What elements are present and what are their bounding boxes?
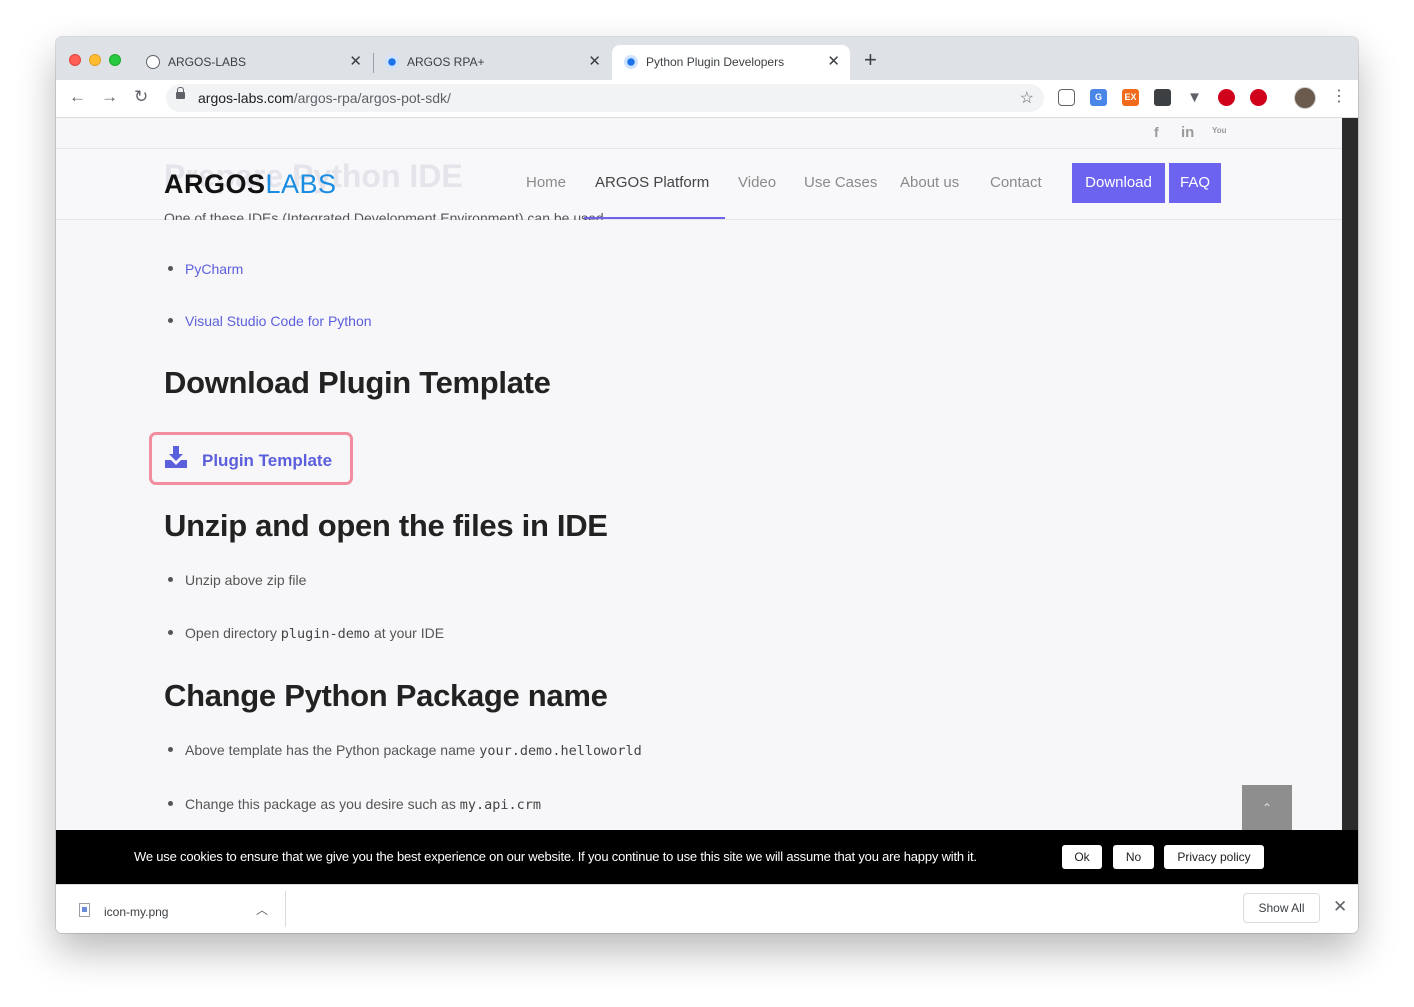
nav-use-cases[interactable]: Use Cases xyxy=(804,174,877,191)
nav-contact[interactable]: Contact xyxy=(990,174,1042,191)
linkedin-icon[interactable]: in xyxy=(1181,124,1194,141)
cookie-privacy-button[interactable]: Privacy policy xyxy=(1164,845,1264,869)
chevron-up-icon[interactable]: ︿ xyxy=(256,901,268,918)
close-window-button[interactable] xyxy=(69,54,81,66)
unzip-item-1: Unzip above zip file xyxy=(185,572,307,588)
back-arrow-icon[interactable]: ← xyxy=(69,87,86,107)
close-tab-icon[interactable]: ✕ xyxy=(349,52,362,70)
vee-icon[interactable]: ▼ xyxy=(1186,89,1203,106)
close-icon[interactable]: ✕ xyxy=(1333,897,1347,917)
web-page: f in You Prepare Python IDE One of these… xyxy=(56,118,1342,830)
list-bullet xyxy=(168,318,173,323)
tab-title: Python Plugin Developers - ARGOS xyxy=(646,55,786,69)
show-all-button[interactable]: Show All xyxy=(1243,893,1320,923)
plugin-template-button[interactable]: Plugin Template xyxy=(149,432,353,485)
page-scrollbar[interactable] xyxy=(1342,118,1358,830)
shelf-divider xyxy=(285,891,286,927)
close-tab-icon[interactable]: ✕ xyxy=(827,52,840,70)
globe-icon xyxy=(146,55,160,69)
facebook-icon[interactable]: f xyxy=(1154,124,1159,140)
ide-intro-text: One of these IDEs (Integrated Developmen… xyxy=(164,210,604,220)
ex-icon[interactable]: EX xyxy=(1122,89,1139,106)
pycharm-link[interactable]: PyCharm xyxy=(185,261,243,277)
new-tab-button[interactable]: + xyxy=(864,48,877,72)
tab-argos-labs[interactable]: ARGOS-LABS ✕ xyxy=(134,45,372,80)
change-item-2: Change this package as you desire such a… xyxy=(185,796,542,813)
argos-labs-logo[interactable]: ARGOSLABS xyxy=(164,169,337,200)
active-nav-indicator xyxy=(584,217,725,219)
lock-icon xyxy=(176,87,185,99)
cookie-no-button[interactable]: No xyxy=(1113,845,1154,869)
pocket-icon[interactable] xyxy=(1058,89,1075,106)
heading-change-package: Change Python Package name xyxy=(164,678,608,713)
change-item-1: Above template has the Python package na… xyxy=(185,742,642,759)
list-bullet xyxy=(168,577,173,582)
code-example-package: my.api.crm xyxy=(459,797,542,813)
code-package-name: your.demo.helloworld xyxy=(479,743,642,759)
heading-download-plugin-template: Download Plugin Template xyxy=(164,365,551,400)
code-plugin-demo: plugin-demo xyxy=(280,626,371,642)
notes-icon[interactable] xyxy=(1154,89,1171,106)
download-file-name[interactable]: icon-my.png xyxy=(104,905,168,919)
download-icon xyxy=(165,446,187,468)
vpn-icon[interactable] xyxy=(1250,89,1267,106)
tab-title: ARGOS RPA+ xyxy=(407,55,485,69)
reload-icon[interactable]: ↻ xyxy=(134,87,148,107)
nav-home[interactable]: Home xyxy=(526,174,566,191)
url-text: argos-labs.com/argos-rpa/argos-pot-sdk/ xyxy=(198,90,451,106)
tab-strip: ARGOS-LABS ✕ ARGOS RPA+ ✕ Python Plugin … xyxy=(56,37,1358,80)
nav-about-us[interactable]: About us xyxy=(900,174,959,191)
browser-toolbar: ← → ↻ argos-labs.com/argos-rpa/argos-pot… xyxy=(56,80,1358,118)
list-bullet xyxy=(168,266,173,271)
download-button[interactable]: Download xyxy=(1072,163,1165,203)
profile-avatar[interactable] xyxy=(1294,87,1316,109)
faq-button[interactable]: FAQ xyxy=(1169,163,1221,203)
tab-python-plugin-developers[interactable]: Python Plugin Developers - ARGOS ✕ xyxy=(612,45,850,80)
download-shelf: icon-my.png ︿ Show All ✕ xyxy=(56,884,1358,933)
minimize-window-button[interactable] xyxy=(89,54,101,66)
list-bullet xyxy=(168,747,173,752)
argos-favicon-icon xyxy=(385,55,399,69)
vscode-link[interactable]: Visual Studio Code for Python xyxy=(185,313,372,329)
red-ext-icon[interactable] xyxy=(1218,89,1235,106)
image-file-icon xyxy=(79,903,90,917)
forward-arrow-icon[interactable]: → xyxy=(101,87,118,107)
list-bullet xyxy=(168,801,173,806)
cookie-text: We use cookies to ensure that we give yo… xyxy=(134,849,977,864)
cookie-ok-button[interactable]: Ok xyxy=(1062,845,1102,869)
nav-video[interactable]: Video xyxy=(738,174,776,191)
tab-argos-rpa[interactable]: ARGOS RPA+ ✕ xyxy=(373,45,611,80)
heading-unzip: Unzip and open the files in IDE xyxy=(164,508,608,543)
browser-window: ARGOS-LABS ✕ ARGOS RPA+ ✕ Python Plugin … xyxy=(56,37,1358,933)
bookmark-star-icon[interactable]: ☆ xyxy=(1020,88,1034,108)
argos-favicon-icon xyxy=(624,55,638,69)
social-bar: f in You xyxy=(56,118,1342,149)
youtube-icon[interactable]: You xyxy=(1212,126,1227,135)
plugin-template-label: Plugin Template xyxy=(202,451,333,470)
address-bar[interactable]: argos-labs.com/argos-rpa/argos-pot-sdk/ … xyxy=(166,84,1044,112)
tab-title: ARGOS-LABS xyxy=(168,55,247,69)
translate-icon[interactable]: G xyxy=(1090,89,1107,106)
list-bullet xyxy=(168,630,173,635)
cookie-banner: We use cookies to ensure that we give yo… xyxy=(56,830,1358,884)
unzip-item-2: Open directory plugin-demo at your IDE xyxy=(185,625,445,642)
scroll-to-top-button[interactable]: ⌃ xyxy=(1242,785,1292,830)
nav-argos-platform[interactable]: ARGOS Platform xyxy=(595,174,709,191)
maximize-window-button[interactable] xyxy=(109,54,121,66)
close-tab-icon[interactable]: ✕ xyxy=(588,52,601,70)
menu-dots-icon[interactable]: ⋮ xyxy=(1331,88,1347,106)
